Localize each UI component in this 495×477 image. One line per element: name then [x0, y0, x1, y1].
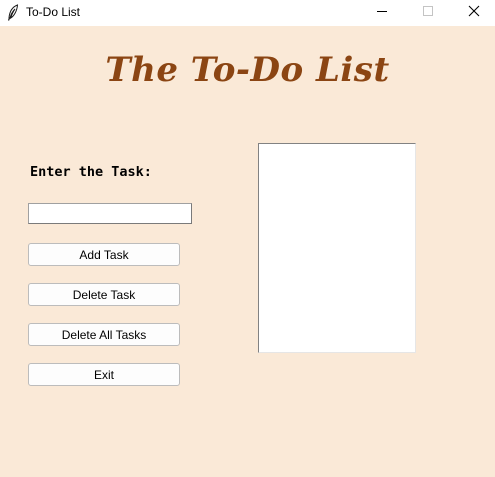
main-panel: The To-Do List Enter the Task: Add Task …: [0, 26, 495, 477]
feather-icon: [6, 4, 20, 21]
window-title: To-Do List: [26, 5, 81, 19]
task-input[interactable]: [28, 203, 192, 224]
close-icon: [468, 4, 480, 22]
add-task-button[interactable]: Add Task: [28, 243, 180, 266]
minimize-button[interactable]: [359, 0, 405, 26]
page-title: The To-Do List: [105, 50, 390, 90]
maximize-button[interactable]: [405, 0, 451, 26]
task-listbox[interactable]: [258, 143, 416, 353]
delete-all-tasks-button[interactable]: Delete All Tasks: [28, 323, 180, 346]
minimize-icon: [376, 4, 388, 22]
app-window: To-Do List The To-Do List Enter the Task…: [0, 0, 495, 477]
maximize-icon: [422, 4, 434, 22]
close-button[interactable]: [451, 0, 495, 26]
task-label: Enter the Task:: [30, 164, 152, 180]
delete-task-button[interactable]: Delete Task: [28, 283, 180, 306]
title-bar[interactable]: To-Do List: [0, 0, 495, 26]
exit-button[interactable]: Exit: [28, 363, 180, 386]
